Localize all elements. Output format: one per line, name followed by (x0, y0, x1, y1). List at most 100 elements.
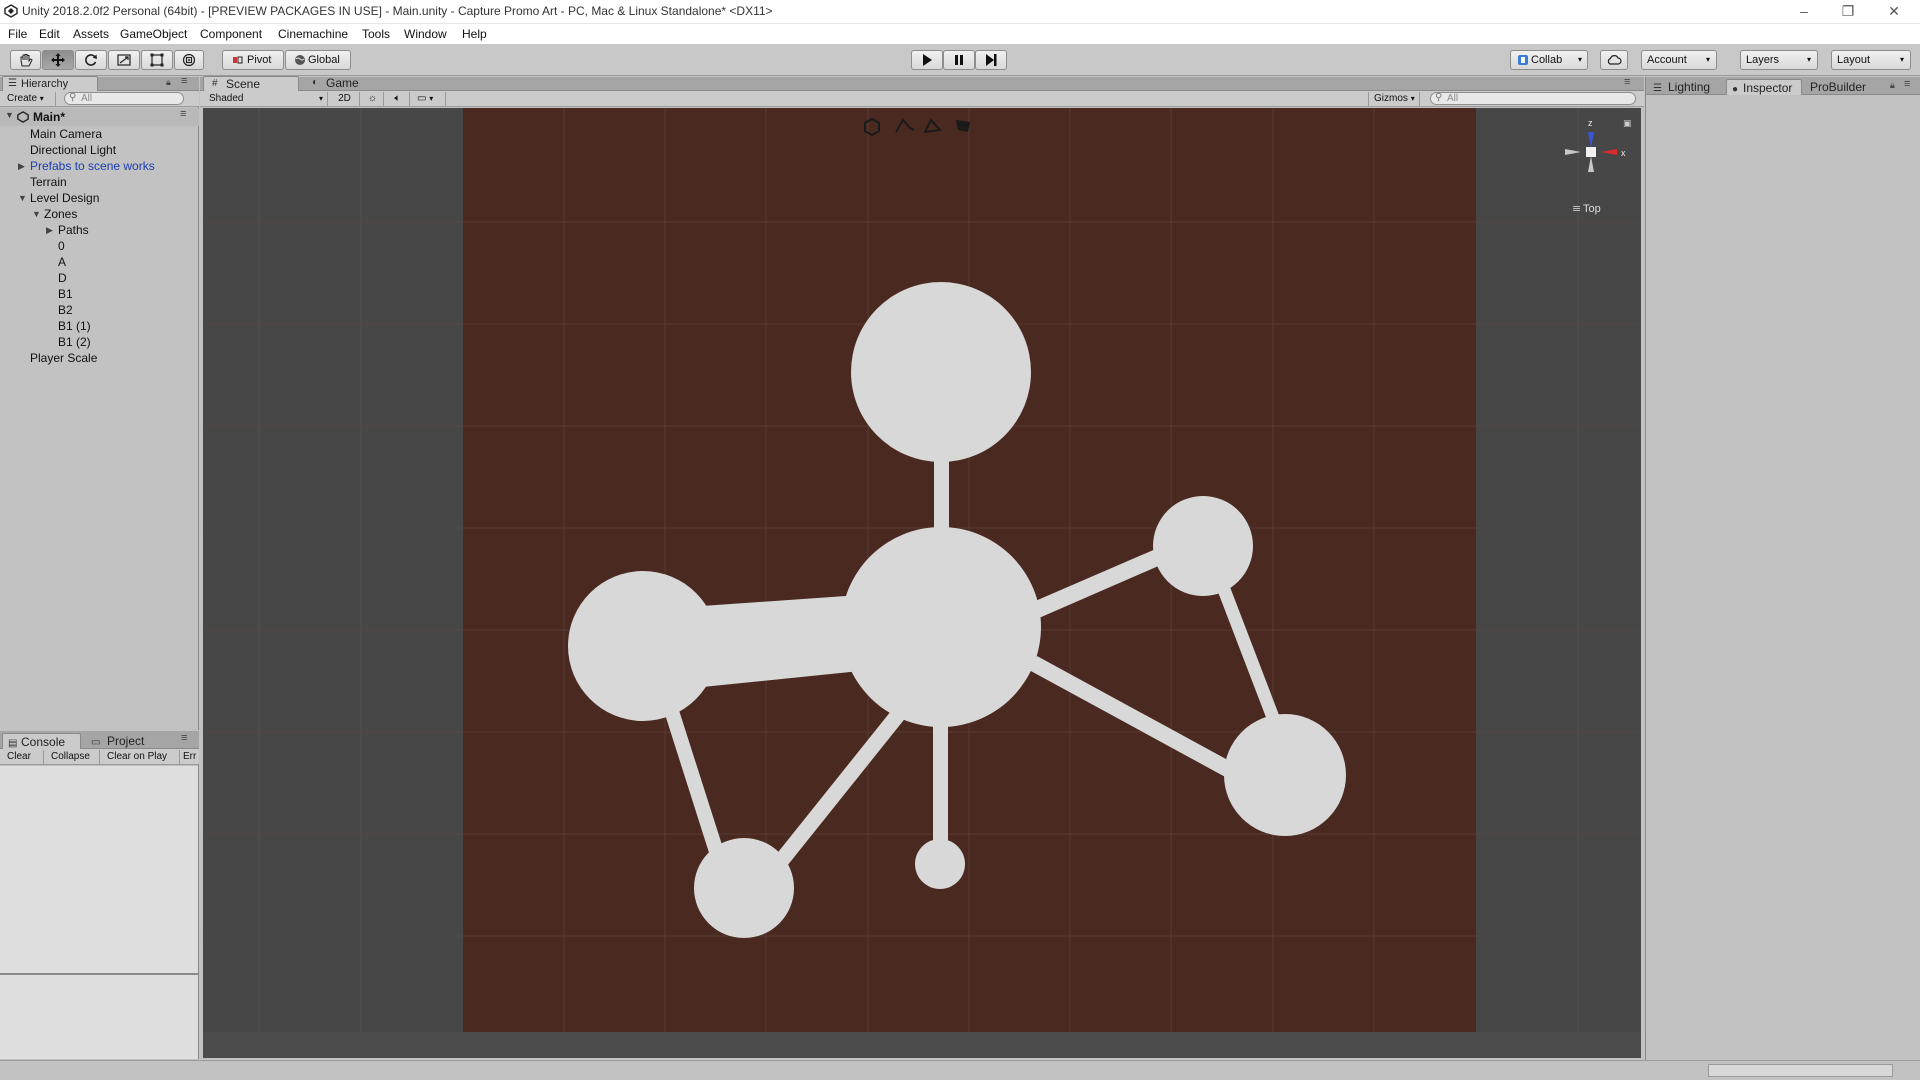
hierarchy-item[interactable]: A (58, 254, 66, 270)
orientation-gizmo[interactable]: z x ▣ ≡ Top (1565, 118, 1632, 215)
hierarchy-item[interactable]: B1 (1) (58, 318, 91, 334)
scene-viewport[interactable]: z x ▣ ≡ Top (203, 108, 1641, 1058)
clear-on-play-button[interactable]: Clear on Play (102, 750, 180, 764)
gizmo-negz-arrow[interactable] (1588, 156, 1594, 172)
hierarchy-item[interactable]: B2 (58, 302, 73, 318)
tab-scene[interactable]: # Scene (203, 76, 299, 91)
hierarchy-item[interactable]: Player Scale (30, 350, 97, 366)
tab-console[interactable]: ▤ Console (2, 733, 81, 749)
hand-tool-button[interactable] (10, 50, 41, 70)
tab-hierarchy[interactable]: ☰ Hierarchy (2, 76, 98, 91)
menu-bar: File Edit Assets GameObject Component Ci… (0, 24, 1920, 44)
global-toggle[interactable]: Global (285, 50, 351, 70)
gizmo-x-arrow[interactable] (1601, 149, 1617, 155)
scene-menu-icon[interactable]: ≡ (180, 108, 186, 120)
gizmo-center-cube[interactable] (1586, 147, 1596, 157)
menu-tools[interactable]: Tools (362, 27, 390, 41)
hierarchy-item[interactable]: D (58, 270, 67, 286)
menu-assets[interactable]: Assets (73, 27, 109, 41)
panel-menu-icon[interactable]: ≡ (1904, 78, 1910, 90)
close-button[interactable]: ✕ (1872, 0, 1916, 24)
hierarchy-item[interactable]: B1 (58, 286, 73, 302)
layers-dropdown[interactable]: Layers ▾ (1740, 50, 1818, 70)
mode-2d-toggle[interactable]: 2D (330, 92, 360, 106)
gizmos-dropdown[interactable]: Gizmos ▾ (1368, 92, 1420, 106)
move-tool-button[interactable] (42, 50, 74, 70)
menu-gameobject[interactable]: GameObject (120, 27, 187, 41)
main-toolbar: Pivot Global Collab ▾ Account ▾ Layers ▾… (0, 44, 1920, 76)
step-button[interactable] (975, 50, 1007, 70)
hierarchy-item[interactable]: ▶ Paths (46, 222, 89, 238)
lock-icon[interactable]: 🔒︎ (166, 77, 171, 88)
collapsed-arrow-icon[interactable]: ▶ (46, 222, 53, 238)
transform-tool-button[interactable] (174, 50, 204, 70)
hierarchy-item[interactable]: Directional Light (30, 142, 116, 158)
expanded-arrow-icon[interactable]: ▼ (32, 206, 41, 222)
collab-dropdown[interactable]: Collab ▾ (1510, 50, 1588, 70)
panel-menu-icon[interactable]: ≡ (181, 75, 187, 87)
cloud-button[interactable] (1600, 50, 1628, 70)
shading-mode-dropdown[interactable]: Shaded ▾ (204, 92, 328, 106)
view-label[interactable]: Top (1583, 203, 1601, 215)
scale-tool-button[interactable] (108, 50, 140, 70)
rotate-tool-button[interactable] (75, 50, 107, 70)
scene-canvas[interactable]: z x ▣ ≡ Top (203, 108, 1641, 1058)
lock-icon[interactable]: 🔒︎ (1890, 80, 1895, 91)
view-menu-icon[interactable]: ≡ (1572, 202, 1581, 215)
hierarchy-item[interactable]: ▶ Prefabs to scene works (18, 158, 155, 174)
clear-button[interactable]: Clear (2, 750, 44, 764)
audio-toggle[interactable]: 🔈︎ (386, 92, 410, 106)
menu-file[interactable]: File (8, 27, 27, 41)
menu-cinemachine[interactable]: Cinemachine (278, 27, 348, 41)
rect-tool-button[interactable] (141, 50, 173, 70)
pause-button[interactable] (943, 50, 975, 70)
play-button[interactable] (911, 50, 943, 70)
collapse-button[interactable]: Collapse (46, 750, 100, 764)
create-dropdown[interactable]: Create ▾ (2, 92, 56, 106)
minimize-button[interactable]: – (1782, 0, 1826, 24)
hierarchy-item[interactable]: Terrain (30, 174, 67, 190)
tab-probuilder[interactable]: ProBuilder (1804, 79, 1884, 95)
menu-component[interactable]: Component (200, 27, 262, 41)
panel-menu-icon[interactable]: ≡ (1624, 76, 1630, 88)
scene-tab-label: Scene (226, 77, 261, 91)
gizmo-z-arrow[interactable] (1588, 132, 1594, 148)
inspector-tabstrip: ☰ Lighting ● Inspector ProBuilder 🔒︎ ≡ (1646, 77, 1920, 95)
restore-button[interactable]: ❐ (1826, 0, 1870, 24)
scene-header-row[interactable]: ▼ Main* ≡ (0, 108, 199, 126)
hierarchy-search-input[interactable]: ⚲ All (64, 92, 184, 105)
menu-window[interactable]: Window (404, 27, 447, 41)
error-pause-button[interactable]: Err (181, 750, 199, 764)
search-icon: ⚲ (1435, 92, 1443, 103)
hierarchy-item[interactable]: ▼ Zones (32, 206, 77, 222)
hierarchy-item[interactable]: B1 (2) (58, 334, 91, 350)
hierarchy-item[interactable]: Main Camera (30, 126, 102, 142)
tab-game[interactable]: ◐ Game (306, 76, 376, 91)
layout-dropdown[interactable]: Layout ▾ (1831, 50, 1911, 70)
tab-project[interactable]: ▭ Project (85, 733, 165, 749)
grid-icon: # (212, 78, 218, 89)
expand-arrow-icon[interactable]: ▼ (5, 110, 14, 120)
hierarchy-item-label: A (58, 255, 67, 269)
effects-dropdown[interactable]: ▭ ▾ (412, 92, 446, 106)
pause-icon (955, 55, 963, 65)
account-dropdown[interactable]: Account ▾ (1641, 50, 1717, 70)
console-log-area[interactable] (0, 766, 198, 973)
move-arrows-icon (51, 53, 65, 67)
collapsed-arrow-icon[interactable]: ▶ (18, 158, 25, 174)
panel-menu-icon[interactable]: ≡ (181, 732, 187, 744)
menu-edit[interactable]: Edit (39, 27, 60, 41)
lighting-toggle[interactable]: ☼ (362, 92, 384, 106)
pivot-toggle[interactable]: Pivot (222, 50, 284, 70)
tab-inspector[interactable]: ● Inspector (1726, 79, 1802, 95)
lighting-icon: ☰ (1653, 83, 1662, 94)
tab-lighting[interactable]: ☰ Lighting (1648, 79, 1724, 95)
hierarchy-item[interactable]: 0 (58, 238, 65, 254)
hierarchy-item[interactable]: ▼ Level Design (18, 190, 99, 206)
menu-help[interactable]: Help (462, 27, 487, 41)
gizmo-negx-arrow[interactable] (1565, 149, 1581, 155)
scene-tabstrip: # Scene ◐ Game ≡ (200, 76, 1644, 91)
scene-search-input[interactable]: ⚲ All (1430, 92, 1636, 105)
expanded-arrow-icon[interactable]: ▼ (18, 190, 27, 206)
gizmo-lock-icon[interactable]: ▣ (1623, 119, 1632, 129)
